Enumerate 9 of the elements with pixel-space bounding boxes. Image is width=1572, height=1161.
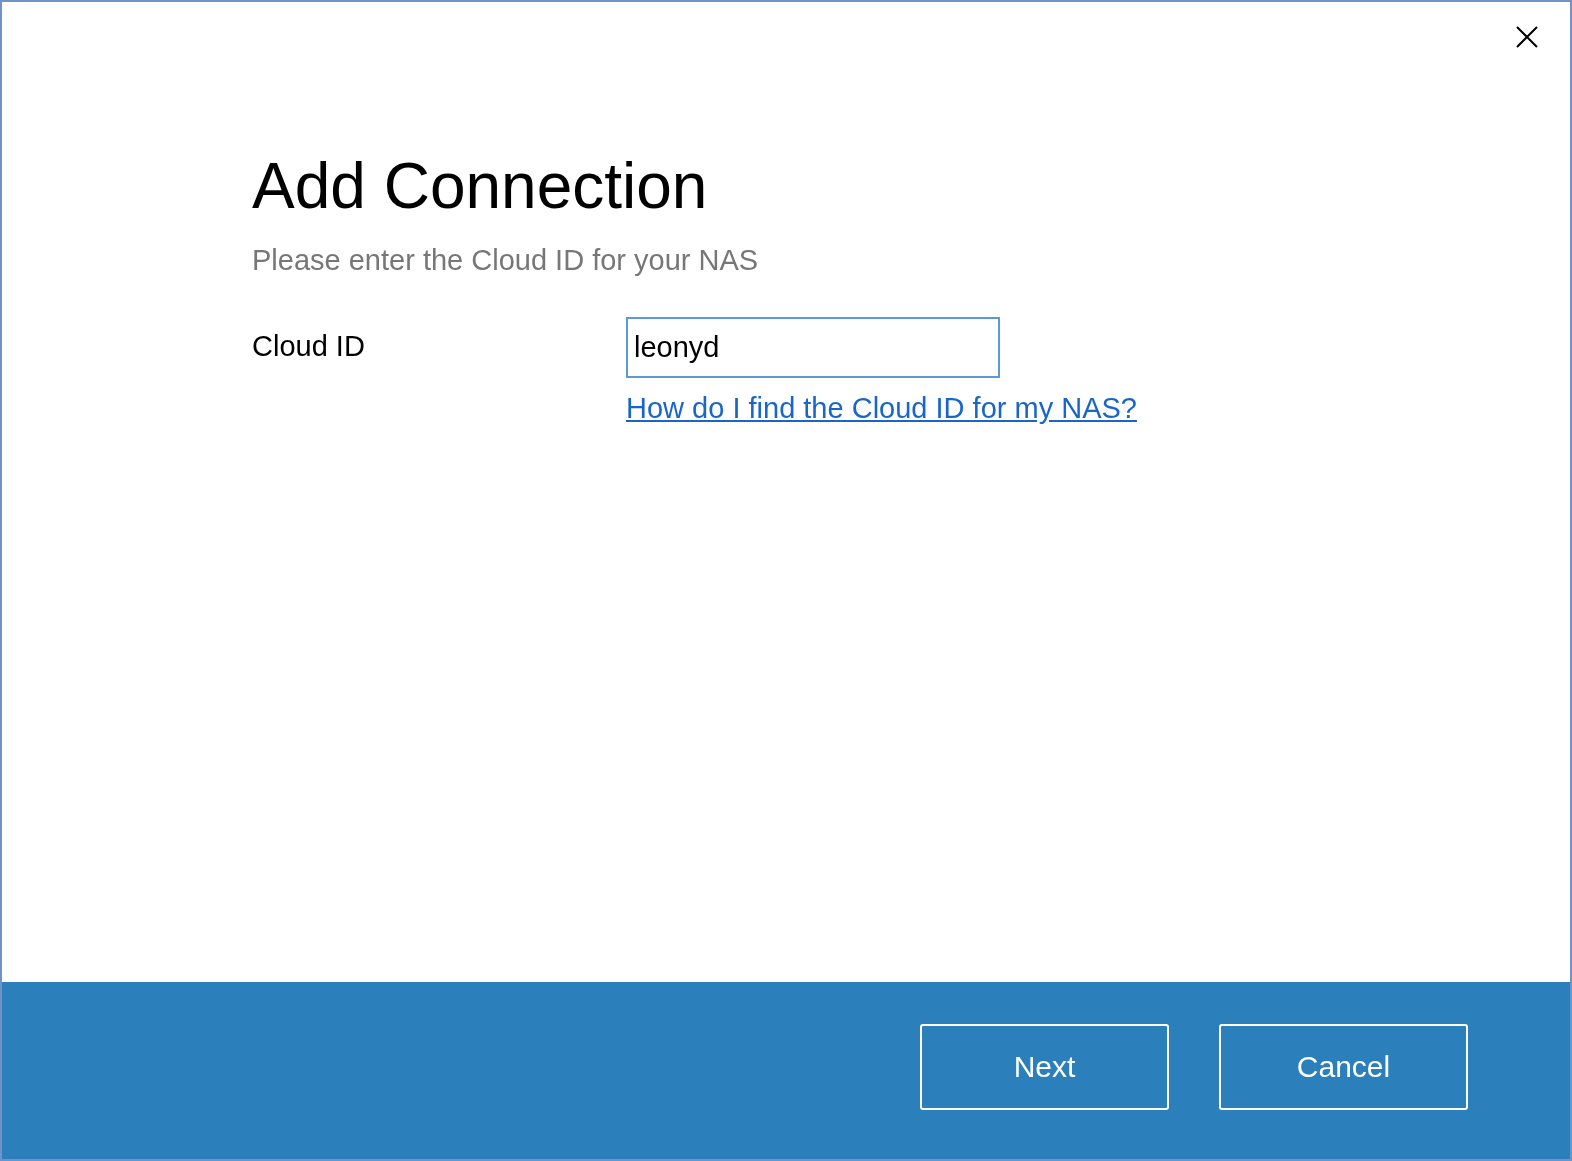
dialog-button[interactable]: Cancel — [1219, 1023, 1468, 1110]
close-button[interactable] — [1514, 24, 1540, 50]
dialog-title: Add Connection — [252, 154, 709, 218]
close-icon — [1516, 26, 1538, 48]
dialog-subtitle: Please enter the Cloud ID for your NAS — [252, 244, 760, 277]
dialog-button[interactable]: Next — [920, 1023, 1169, 1110]
help-link[interactable]: How do I find the Cloud ID for my NAS? — [626, 392, 1137, 425]
cloud-id-field[interactable]: leonyd — [626, 317, 1000, 378]
field-label: Cloud ID — [252, 329, 366, 364]
